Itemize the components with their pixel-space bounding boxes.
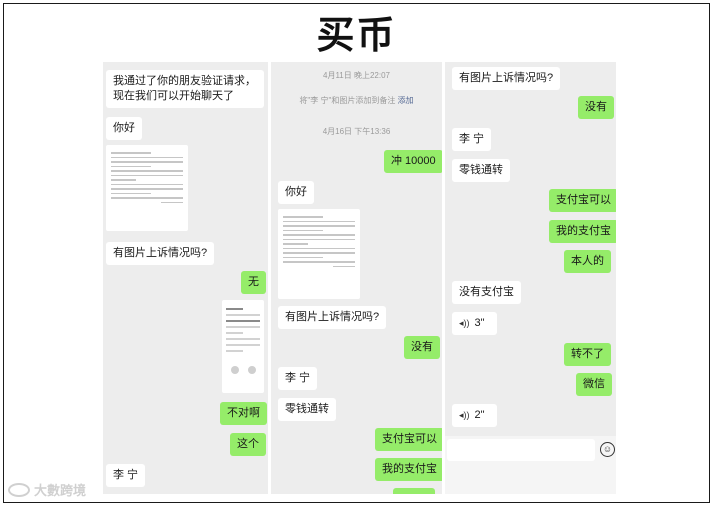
system-notice-text: 将"李 宁"和图片添加到备注 xyxy=(299,96,396,105)
message-bubble-incoming: 零钱通转 xyxy=(452,159,510,182)
message-bubble-incoming: 零钱通转 xyxy=(278,398,336,421)
message-bubble-outgoing: 我的支付宝 xyxy=(375,458,442,481)
voice-message-incoming[interactable]: ◂)) 2" xyxy=(452,404,497,427)
system-notice: 将"李 宁"和图片添加到备注 添加 xyxy=(271,95,442,106)
add-remark-link[interactable]: 添加 xyxy=(398,96,414,105)
message-bubble-incoming: 你好 xyxy=(106,117,142,140)
timestamp: 4月16日 下午13:36 xyxy=(322,127,391,136)
emoji-icon[interactable]: ☺ xyxy=(600,442,615,457)
message-bubble-incoming: 李 宁 xyxy=(452,128,492,151)
screenshot-image[interactable] xyxy=(222,300,264,393)
message-bubble-outgoing: 转不了 xyxy=(564,343,611,366)
chat-panel-middle[interactable]: 4月11日 晚上22:07 将"李 宁"和图片添加到备注 添加 4月16日 下午… xyxy=(271,62,442,494)
watermark: 大數跨境 xyxy=(8,480,86,499)
slide-title: 买币 xyxy=(316,13,397,57)
message-bubble-incoming: 李 宁 xyxy=(106,464,146,487)
message-bubble-incoming: 我通过了你的朋友验证请求，现在我们可以开始聊天了 xyxy=(106,70,264,108)
message-bubble-outgoing: 本人的 xyxy=(564,250,611,273)
message-bubble-outgoing: 这个 xyxy=(230,433,266,456)
message-bubble-outgoing: 支付宝可以 xyxy=(375,428,442,451)
voice-duration: 3" xyxy=(474,317,485,329)
message-bubble-incoming: 没有支付宝 xyxy=(452,281,521,304)
voice-wave-icon: ◂)) xyxy=(459,318,470,328)
message-bubble-incoming: 李 宁 xyxy=(278,367,318,390)
message-bubble-outgoing: 没有 xyxy=(578,96,614,119)
message-bubble-outgoing-cutoff xyxy=(393,488,435,494)
timestamp: 4月11日 晚上22:07 xyxy=(323,71,390,80)
voice-message-incoming[interactable]: ◂)) 3" xyxy=(452,312,497,335)
watermark-logo-icon xyxy=(8,482,30,497)
message-bubble-outgoing: 支付宝可以 xyxy=(549,189,616,212)
message-bubble-incoming: 你好 xyxy=(278,181,314,204)
message-bubble-incoming: 有图片上诉情况吗? xyxy=(452,67,561,90)
message-bubble-outgoing: 不对啊 xyxy=(220,402,267,425)
voice-wave-icon: ◂)) xyxy=(459,410,470,420)
message-bubble-outgoing: 我的支付宝 xyxy=(549,220,616,243)
chat-panel-left[interactable]: 我通过了你的朋友验证请求，现在我们可以开始聊天了 你好 有图片上诉情况吗? 无 … xyxy=(103,62,268,494)
message-bubble-outgoing: 无 xyxy=(241,271,266,294)
document-image[interactable] xyxy=(106,145,188,231)
message-input[interactable] xyxy=(447,439,595,461)
message-bubble-outgoing: 没有 xyxy=(404,336,440,359)
message-bubble-outgoing: 微信 xyxy=(576,373,612,396)
message-bubble-incoming: 有图片上诉情况吗? xyxy=(278,306,387,329)
chat-input-bar: ☺ xyxy=(445,436,616,494)
document-image[interactable] xyxy=(278,209,360,299)
message-bubble-outgoing: 冲 10000 xyxy=(384,150,442,173)
chat-panel-right[interactable]: 有图片上诉情况吗? 没有 李 宁 零钱通转 支付宝可以 我的支付宝 本人的 没有… xyxy=(445,62,616,494)
message-bubble-incoming: 有图片上诉情况吗? xyxy=(106,242,215,265)
voice-duration: 2" xyxy=(474,409,485,421)
